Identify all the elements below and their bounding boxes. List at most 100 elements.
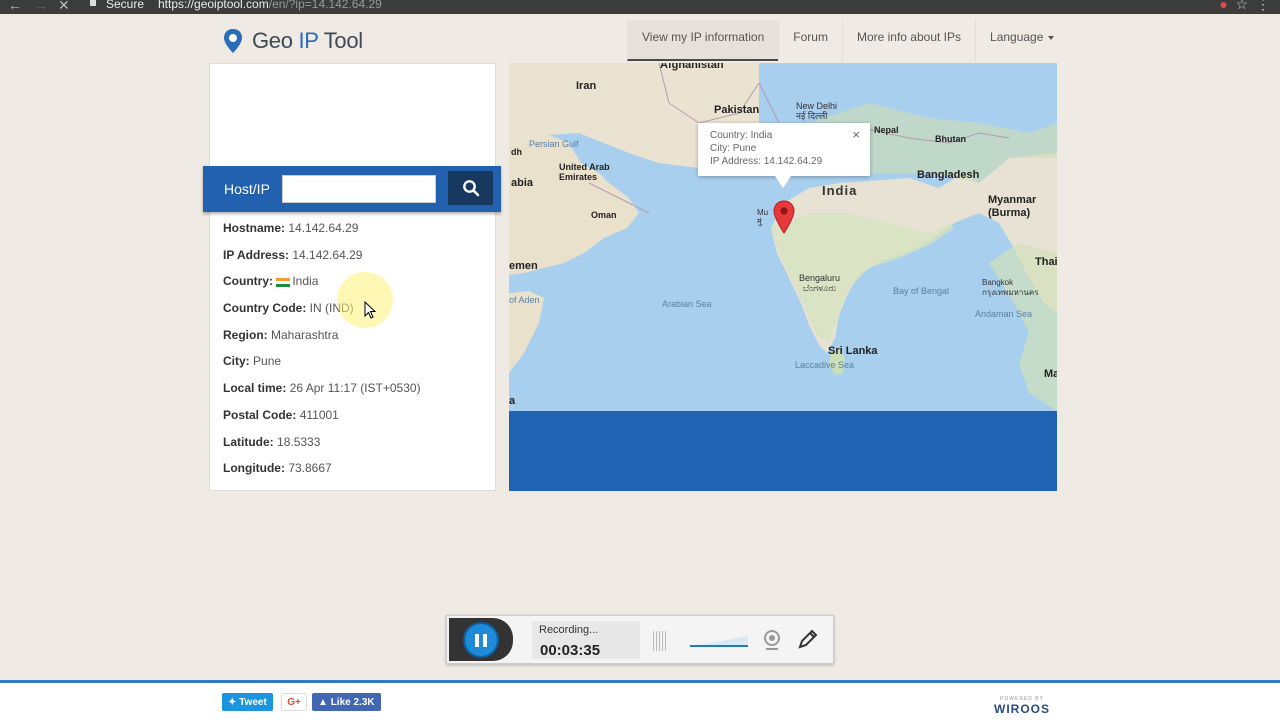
map-label-a: a (509, 395, 516, 407)
caret-down-icon (1048, 35, 1055, 40)
search-icon (462, 180, 479, 197)
thumbs-up-icon: ▲ (318, 696, 328, 708)
field-value: 14.142.64.29 (292, 247, 363, 262)
field-key: Local time: (223, 381, 287, 396)
field-key: Region: (223, 327, 268, 342)
india-flag-icon (276, 277, 291, 287)
mumbai-en: Mu (757, 208, 769, 217)
map-label-india: India (822, 183, 858, 198)
pen-draw-icon[interactable] (797, 628, 819, 650)
map-land-shapes (509, 63, 1057, 411)
field-key: Country Code: (223, 301, 307, 316)
nav-language-label: Language (990, 30, 1044, 44)
field-postal-code: Postal Code: 411001 (223, 408, 421, 435)
browser-toolbar: ← → ✕ Secure https://geoiptool.com/en/?i… (0, 0, 1280, 14)
mouse-pointer-icon (364, 301, 376, 319)
facebook-like-button[interactable]: ▲ Like 2.3K (312, 693, 381, 711)
recording-status: Recording... (539, 624, 599, 636)
map-label-bhutan: Bhutan (935, 134, 966, 144)
map-label-persian-gulf: Persian Gulf (529, 139, 579, 149)
address-bar[interactable]: https://geoiptool.com/en/?ip=14.142.64.2… (158, 0, 382, 11)
nav-language[interactable]: Language (975, 20, 1068, 61)
recording-timer: 00:03:35 (540, 642, 601, 659)
search-button[interactable] (448, 171, 493, 205)
map-footer-panel (509, 411, 1057, 491)
page-footer (0, 680, 1280, 720)
field-value: 14.142.64.29 (288, 221, 359, 235)
popup-tail (775, 176, 791, 188)
field-value: 73.8667 (288, 461, 332, 476)
map-label-myanmar: Myanmar (Burma) (988, 194, 1037, 219)
field-value: India (292, 274, 319, 289)
field-key: Country: (223, 274, 273, 289)
close-icon[interactable]: × (852, 128, 860, 141)
field-key: Postal Code: (223, 407, 297, 422)
field-city: City: Pune (223, 354, 421, 381)
field-value: Maharashtra (271, 327, 339, 342)
map-label-bengaluru: Bengaluru ಬೆಂಗಳೂರು (799, 273, 840, 293)
popup-country: Country: India (710, 130, 773, 141)
wiroos-logo[interactable]: POWERED BY WIROOS (994, 696, 1050, 716)
map-label-emen: emen (509, 260, 538, 272)
map-label-gulf-of-aden: of Aden (509, 295, 540, 305)
map-label-ma: Ma (1044, 368, 1057, 380)
map-label-bangkok: Bangkok กรุงเทพมหานคร (982, 278, 1038, 298)
field-local-time: Local time: 26 Apr 11:17 (IST+0530) (223, 381, 421, 408)
field-value: 411001 (299, 407, 339, 422)
map-label-bay-of-bengal: Bay of Bengal (893, 286, 950, 296)
logo-geo: Geo (252, 28, 293, 53)
url-path: /en/?ip=14.142.64.29 (268, 0, 382, 11)
host-ip-label: Host/IP (224, 181, 270, 197)
nav-more-info[interactable]: More info about IPs (841, 20, 975, 61)
tweet-button[interactable]: ✦ Tweet (222, 693, 273, 711)
map-label-nepal: Nepal (874, 125, 899, 135)
popup-city: City: Pune (710, 143, 757, 154)
map-label-arabian-sea: Arabian Sea (662, 299, 712, 309)
site-logo[interactable]: Geo IP Tool (222, 28, 363, 54)
stop-loading-icon[interactable]: ✕ (58, 0, 70, 14)
map-label-new-delhi: New Delhi नई दिल्ली (796, 101, 837, 121)
url-host: https://geoiptool.com (158, 0, 269, 11)
map-marker-icon[interactable] (773, 200, 795, 234)
map-label-abia: abia (511, 177, 534, 189)
field-key: Longitude: (223, 461, 285, 476)
cursor-highlight (337, 272, 393, 328)
bengaluru-kn: ಬೆಂಗಳೂರು (802, 283, 837, 293)
new-delhi-en: New Delhi (796, 101, 838, 111)
logo-ip: IP (298, 28, 319, 53)
forward-icon[interactable]: → (34, 0, 48, 13)
host-ip-input[interactable] (282, 175, 436, 203)
field-hostname: Hostname: 14.142.64.29 (223, 221, 421, 248)
map-label-mumbai: Mu मुं (757, 208, 768, 226)
extension-icon[interactable]: ● (1219, 0, 1227, 12)
nav-view-my-ip[interactable]: View my IP information (627, 20, 779, 61)
field-key: Latitude: (223, 434, 274, 449)
mumbai-hi: मुं (757, 217, 762, 226)
bangkok-th: กรุงเทพมหานคร (982, 288, 1039, 297)
nav-forum[interactable]: Forum (778, 20, 842, 61)
pause-icon (475, 633, 479, 647)
wiroos-brand: WIROOS (994, 702, 1050, 716)
bengaluru-en: Bengaluru (799, 273, 841, 283)
map-label-afghanistan: Afghanistan (660, 63, 724, 71)
field-ip-address: IP Address: 14.142.64.29 (223, 248, 421, 275)
pause-recording-button[interactable] (463, 622, 499, 658)
menu-dots-icon[interactable]: ⋮ (1256, 0, 1270, 12)
google-plus-button[interactable]: G+ (281, 693, 307, 711)
field-region: Region: Maharashtra (223, 328, 421, 355)
map-label-andaman-sea: Andaman Sea (975, 309, 1033, 319)
webcam-icon[interactable] (762, 629, 782, 651)
popup-ip: IP Address: 14.142.64.29 (710, 156, 823, 167)
field-latitude: Latitude: 18.5333 (223, 435, 421, 462)
drag-handle-icon[interactable] (653, 631, 667, 651)
map-label-laccadive-sea: Laccadive Sea (795, 360, 855, 370)
host-ip-search-bar: Host/IP (203, 166, 501, 212)
field-key: Hostname: (223, 221, 286, 235)
google-map[interactable]: Afghanistan Iran Pakistan New Delhi नई दि… (509, 63, 1057, 411)
map-pin-logo-icon (224, 29, 242, 53)
bookmark-star-icon[interactable]: ☆ (1236, 0, 1249, 12)
lock-icon (90, 0, 96, 6)
secure-label: Secure (106, 0, 145, 11)
bangkok-en: Bangkok (982, 278, 1014, 287)
back-icon[interactable]: ← (8, 0, 22, 13)
